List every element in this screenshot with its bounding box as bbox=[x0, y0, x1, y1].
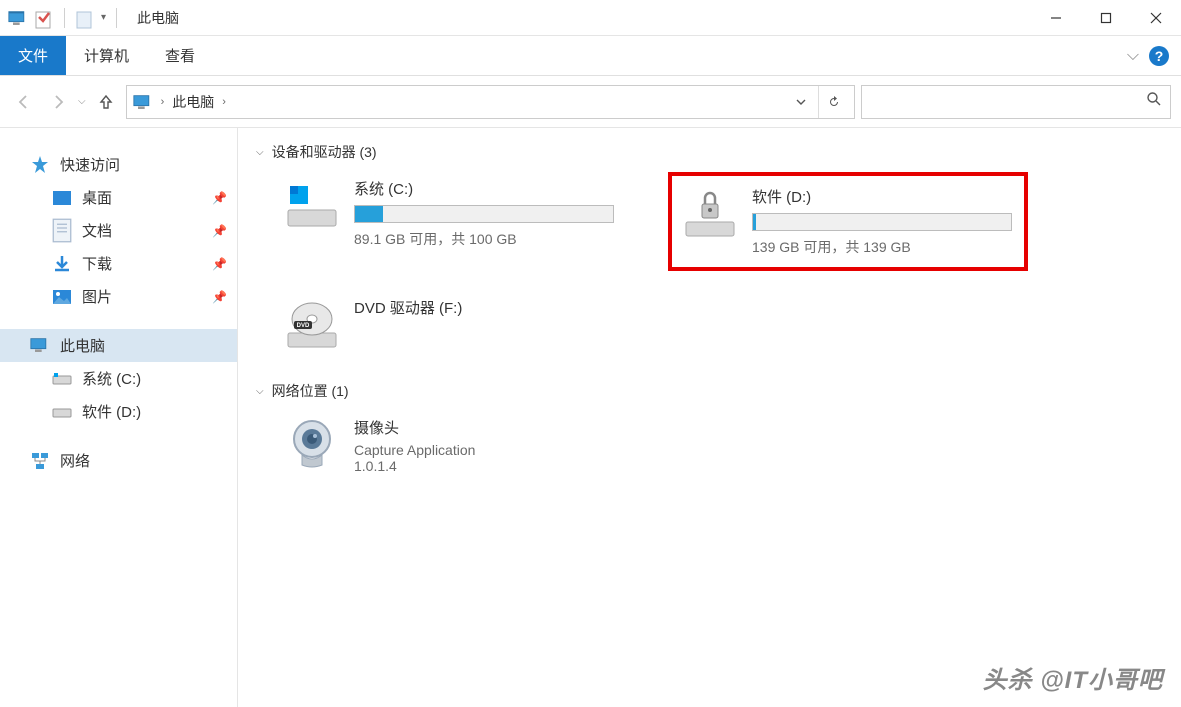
sidebar-item-downloads[interactable]: 下载 📌 bbox=[0, 247, 237, 280]
network-item-version: 1.0.1.4 bbox=[354, 458, 475, 474]
ribbon-tab-view[interactable]: 查看 bbox=[147, 36, 213, 75]
section-title: 网络位置 (1) bbox=[272, 381, 349, 401]
ribbon-expand-icon[interactable]: ⌵ bbox=[1127, 47, 1139, 65]
dvd-icon: DVD bbox=[284, 297, 340, 353]
sidebar-network[interactable]: 网络 bbox=[0, 444, 237, 477]
monitor-icon bbox=[8, 10, 28, 26]
content-pane: ⌵ 设备和驱动器 (3) 系统 (C:) 89.1 GB 可用，共 100 GB bbox=[238, 128, 1181, 707]
qat-divider bbox=[64, 8, 65, 28]
sidebar-item-label: 下载 bbox=[82, 253, 112, 274]
drive-usage-bar bbox=[354, 205, 614, 223]
section-network[interactable]: ⌵ 网络位置 (1) bbox=[248, 381, 1171, 401]
titlebar: ▾ 此电脑 bbox=[0, 0, 1181, 36]
main: 快速访问 桌面 📌 文档 📌 下载 📌 图片 📌 此电脑 bbox=[0, 128, 1181, 707]
qat: ▾ 此电脑 bbox=[0, 8, 179, 28]
webcam-icon bbox=[284, 417, 340, 473]
star-icon bbox=[30, 156, 50, 174]
drive-status: 139 GB 可用，共 139 GB bbox=[752, 237, 1014, 257]
section-devices[interactable]: ⌵ 设备和驱动器 (3) bbox=[248, 142, 1171, 162]
sidebar-item-label: 此电脑 bbox=[60, 335, 105, 356]
search-icon bbox=[1146, 91, 1162, 112]
minimize-button[interactable] bbox=[1031, 0, 1081, 36]
sidebar-item-documents[interactable]: 文档 📌 bbox=[0, 214, 237, 247]
chevron-down-icon: ⌵ bbox=[256, 386, 264, 397]
breadcrumb: › 此电脑 › bbox=[161, 92, 226, 112]
sidebar-quick-access[interactable]: 快速访问 bbox=[0, 148, 237, 181]
address-dropdown-button[interactable] bbox=[786, 86, 816, 118]
breadcrumb-chevron-icon[interactable]: › bbox=[161, 96, 165, 108]
drive-dvd[interactable]: DVD DVD 驱动器 (F:) bbox=[278, 291, 638, 359]
ribbon-tab-computer[interactable]: 计算机 bbox=[66, 36, 147, 75]
drive-c[interactable]: 系统 (C:) 89.1 GB 可用，共 100 GB bbox=[278, 172, 638, 271]
addressbar-monitor-icon bbox=[133, 94, 153, 110]
sidebar-drive-c[interactable]: 系统 (C:) bbox=[0, 362, 237, 395]
drive-d[interactable]: 软件 (D:) 139 GB 可用，共 139 GB bbox=[668, 172, 1028, 271]
nav-up-button[interactable] bbox=[92, 88, 120, 116]
pin-icon: 📌 bbox=[212, 224, 227, 238]
sidebar-item-label: 文档 bbox=[82, 220, 112, 241]
drive-icon bbox=[284, 178, 340, 234]
network-item-sub: Capture Application bbox=[354, 442, 475, 458]
properties-icon[interactable] bbox=[34, 10, 54, 26]
maximize-button[interactable] bbox=[1081, 0, 1131, 36]
drive-title: DVD 驱动器 (F:) bbox=[354, 297, 632, 318]
pin-icon: 📌 bbox=[212, 191, 227, 205]
ribbon: 文件 计算机 查看 ⌵ ? bbox=[0, 36, 1181, 76]
network-icon bbox=[30, 452, 50, 470]
window-title: 此电脑 bbox=[137, 8, 179, 28]
window-controls bbox=[1031, 0, 1181, 36]
refresh-button[interactable] bbox=[818, 86, 848, 118]
drive-icon bbox=[52, 370, 72, 388]
svg-text:DVD: DVD bbox=[297, 323, 310, 329]
desktop-icon bbox=[52, 189, 72, 207]
sidebar-drive-d[interactable]: 软件 (D:) bbox=[0, 395, 237, 428]
breadcrumb-root[interactable]: 此电脑 bbox=[172, 92, 214, 112]
sidebar-item-label: 系统 (C:) bbox=[82, 368, 141, 389]
sidebar-item-label: 图片 bbox=[82, 286, 112, 307]
network-item-camera[interactable]: 摄像头 Capture Application 1.0.1.4 bbox=[278, 411, 1171, 480]
ribbon-tab-file[interactable]: 文件 bbox=[0, 36, 66, 75]
nav-forward-button[interactable] bbox=[44, 88, 72, 116]
address-bar[interactable]: › 此电脑 › bbox=[126, 85, 855, 119]
sidebar-this-pc[interactable]: 此电脑 bbox=[0, 329, 237, 362]
drive-title: 软件 (D:) bbox=[752, 186, 1014, 207]
documents-icon bbox=[52, 222, 72, 240]
sidebar-item-desktop[interactable]: 桌面 📌 bbox=[0, 181, 237, 214]
pin-icon: 📌 bbox=[212, 257, 227, 271]
sidebar-item-label: 软件 (D:) bbox=[82, 401, 141, 422]
nav-back-button[interactable] bbox=[10, 88, 38, 116]
sidebar-item-label: 桌面 bbox=[82, 187, 112, 208]
sidebar-item-pictures[interactable]: 图片 📌 bbox=[0, 280, 237, 313]
section-title: 设备和驱动器 (3) bbox=[272, 142, 377, 162]
drive-icon bbox=[52, 403, 72, 421]
pin-icon: 📌 bbox=[212, 290, 227, 304]
drive-usage-fill bbox=[753, 214, 756, 230]
qat-dropdown-icon[interactable]: ▾ bbox=[101, 12, 106, 23]
sidebar: 快速访问 桌面 📌 文档 📌 下载 📌 图片 📌 此电脑 bbox=[0, 128, 238, 707]
search-input[interactable] bbox=[861, 85, 1171, 119]
network-item-title: 摄像头 bbox=[354, 417, 475, 438]
nav-history-dropdown[interactable]: ⌵ bbox=[78, 96, 86, 107]
close-button[interactable] bbox=[1131, 0, 1181, 36]
sidebar-item-label: 网络 bbox=[60, 450, 90, 471]
navbar: ⌵ › 此电脑 › bbox=[0, 76, 1181, 128]
title-divider bbox=[116, 8, 117, 28]
pictures-icon bbox=[52, 288, 72, 306]
monitor-icon bbox=[30, 337, 50, 355]
drive-title: 系统 (C:) bbox=[354, 178, 632, 199]
breadcrumb-chevron-icon[interactable]: › bbox=[222, 96, 226, 108]
drive-usage-fill bbox=[355, 206, 383, 222]
help-icon[interactable]: ? bbox=[1149, 46, 1169, 66]
folder-icon bbox=[75, 10, 95, 26]
drive-usage-bar bbox=[752, 213, 1012, 231]
sidebar-item-label: 快速访问 bbox=[60, 154, 120, 175]
chevron-down-icon: ⌵ bbox=[256, 147, 264, 158]
downloads-icon bbox=[52, 255, 72, 273]
drive-lock-icon bbox=[682, 186, 738, 242]
drive-status: 89.1 GB 可用，共 100 GB bbox=[354, 229, 632, 249]
watermark: 头杀 @IT小哥吧 bbox=[983, 660, 1163, 695]
